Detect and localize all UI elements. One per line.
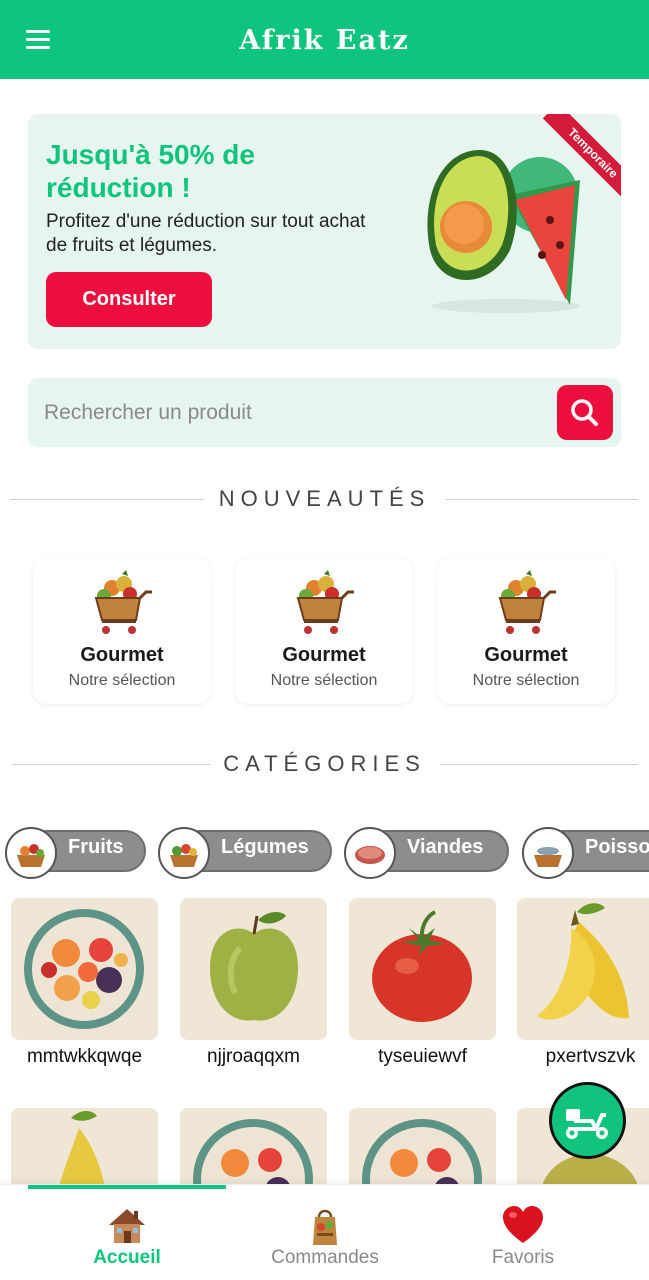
- product-name: mmtwkkqwqe: [26, 1046, 143, 1067]
- category-chip-vegetables[interactable]: Légumes: [158, 827, 332, 879]
- nav-item-favorites[interactable]: Favoris: [423, 1199, 623, 1279]
- nav-item-orders[interactable]: Commandes: [225, 1199, 425, 1279]
- promo-banner: Jusqu'à 50% de réduction ! Profitez d'un…: [28, 114, 621, 349]
- active-tab-indicator: [28, 1185, 226, 1189]
- new-item-subtitle: Notre sélection: [68, 672, 176, 689]
- new-item-subtitle: Notre sélection: [472, 672, 580, 689]
- search-bar: [28, 378, 621, 447]
- meat-icon: [344, 827, 396, 879]
- new-item-subtitle: Notre sélection: [270, 672, 378, 689]
- shopping-cart-icon: [498, 570, 556, 634]
- product-name: tyseuiewvf: [378, 1046, 467, 1067]
- shopping-cart-icon: [94, 570, 152, 634]
- app-title: Afrik Eatz: [239, 25, 410, 56]
- category-label: Poisso: [585, 836, 649, 858]
- category-chip-meat[interactable]: Viandes: [344, 827, 509, 879]
- new-item-card[interactable]: Gourmet Notre sélection: [235, 558, 413, 704]
- nav-label: Commandes: [271, 1247, 379, 1268]
- avocado-watermelon-illustration: [427, 150, 580, 313]
- new-item-card[interactable]: Gourmet Notre sélection: [33, 558, 211, 704]
- heart-icon: [503, 1206, 543, 1243]
- new-item-title: Gourmet: [484, 644, 568, 666]
- category-label: Légumes: [221, 836, 309, 858]
- delivery-scooter-button[interactable]: [549, 1082, 626, 1159]
- shopping-cart-icon: [296, 570, 354, 634]
- product-name: pxertvszvk: [545, 1046, 636, 1067]
- category-label: Viandes: [407, 836, 484, 858]
- tomato-image: [349, 898, 496, 1040]
- fish-basket-icon: [522, 827, 574, 879]
- top-app-bar: Afrik Eatz: [0, 0, 649, 79]
- apple-image: [180, 898, 327, 1040]
- home-screen: Afrik Eatz Jusqu'à 50% de réduction ! Pr…: [0, 0, 649, 1280]
- nav-label: Accueil: [93, 1247, 161, 1268]
- new-item-card[interactable]: Gourmet Notre sélection: [437, 558, 615, 704]
- banana-image: [517, 898, 649, 1040]
- bottom-navigation: Accueil Commandes Favoris: [0, 1184, 649, 1280]
- category-label: Fruits: [68, 836, 124, 858]
- new-item-title: Gourmet: [282, 644, 366, 666]
- fruit-plate-image: [11, 898, 158, 1040]
- category-chip-fish[interactable]: Poisso: [522, 827, 649, 879]
- search-input[interactable]: [44, 388, 544, 437]
- categories-title: CATÉGORIES: [223, 751, 426, 776]
- promo-description: Profitez d'une réduction sur tout achat …: [46, 211, 366, 256]
- promo-title: Jusqu'à 50% de réduction !: [46, 139, 255, 203]
- search-icon: [571, 399, 598, 426]
- consult-button[interactable]: Consulter: [46, 272, 212, 327]
- category-chip-fruits[interactable]: Fruits: [5, 827, 146, 879]
- shopping-bag-icon: [313, 1209, 337, 1245]
- vegetable-basket-icon: [158, 827, 210, 879]
- scooter-icon: [566, 1109, 608, 1139]
- product-name: njjroaqqxm: [207, 1046, 300, 1067]
- nav-item-home[interactable]: Accueil: [27, 1199, 227, 1279]
- new-items-header: NOUVEAUTÉS: [0, 484, 649, 514]
- new-item-title: Gourmet: [80, 644, 164, 666]
- house-icon: [109, 1209, 145, 1243]
- search-button[interactable]: [557, 385, 613, 440]
- categories-header: CATÉGORIES: [0, 749, 649, 779]
- nav-label: Favoris: [491, 1247, 555, 1268]
- new-items-title: NOUVEAUTÉS: [218, 486, 431, 511]
- fruit-basket-icon: [5, 827, 57, 879]
